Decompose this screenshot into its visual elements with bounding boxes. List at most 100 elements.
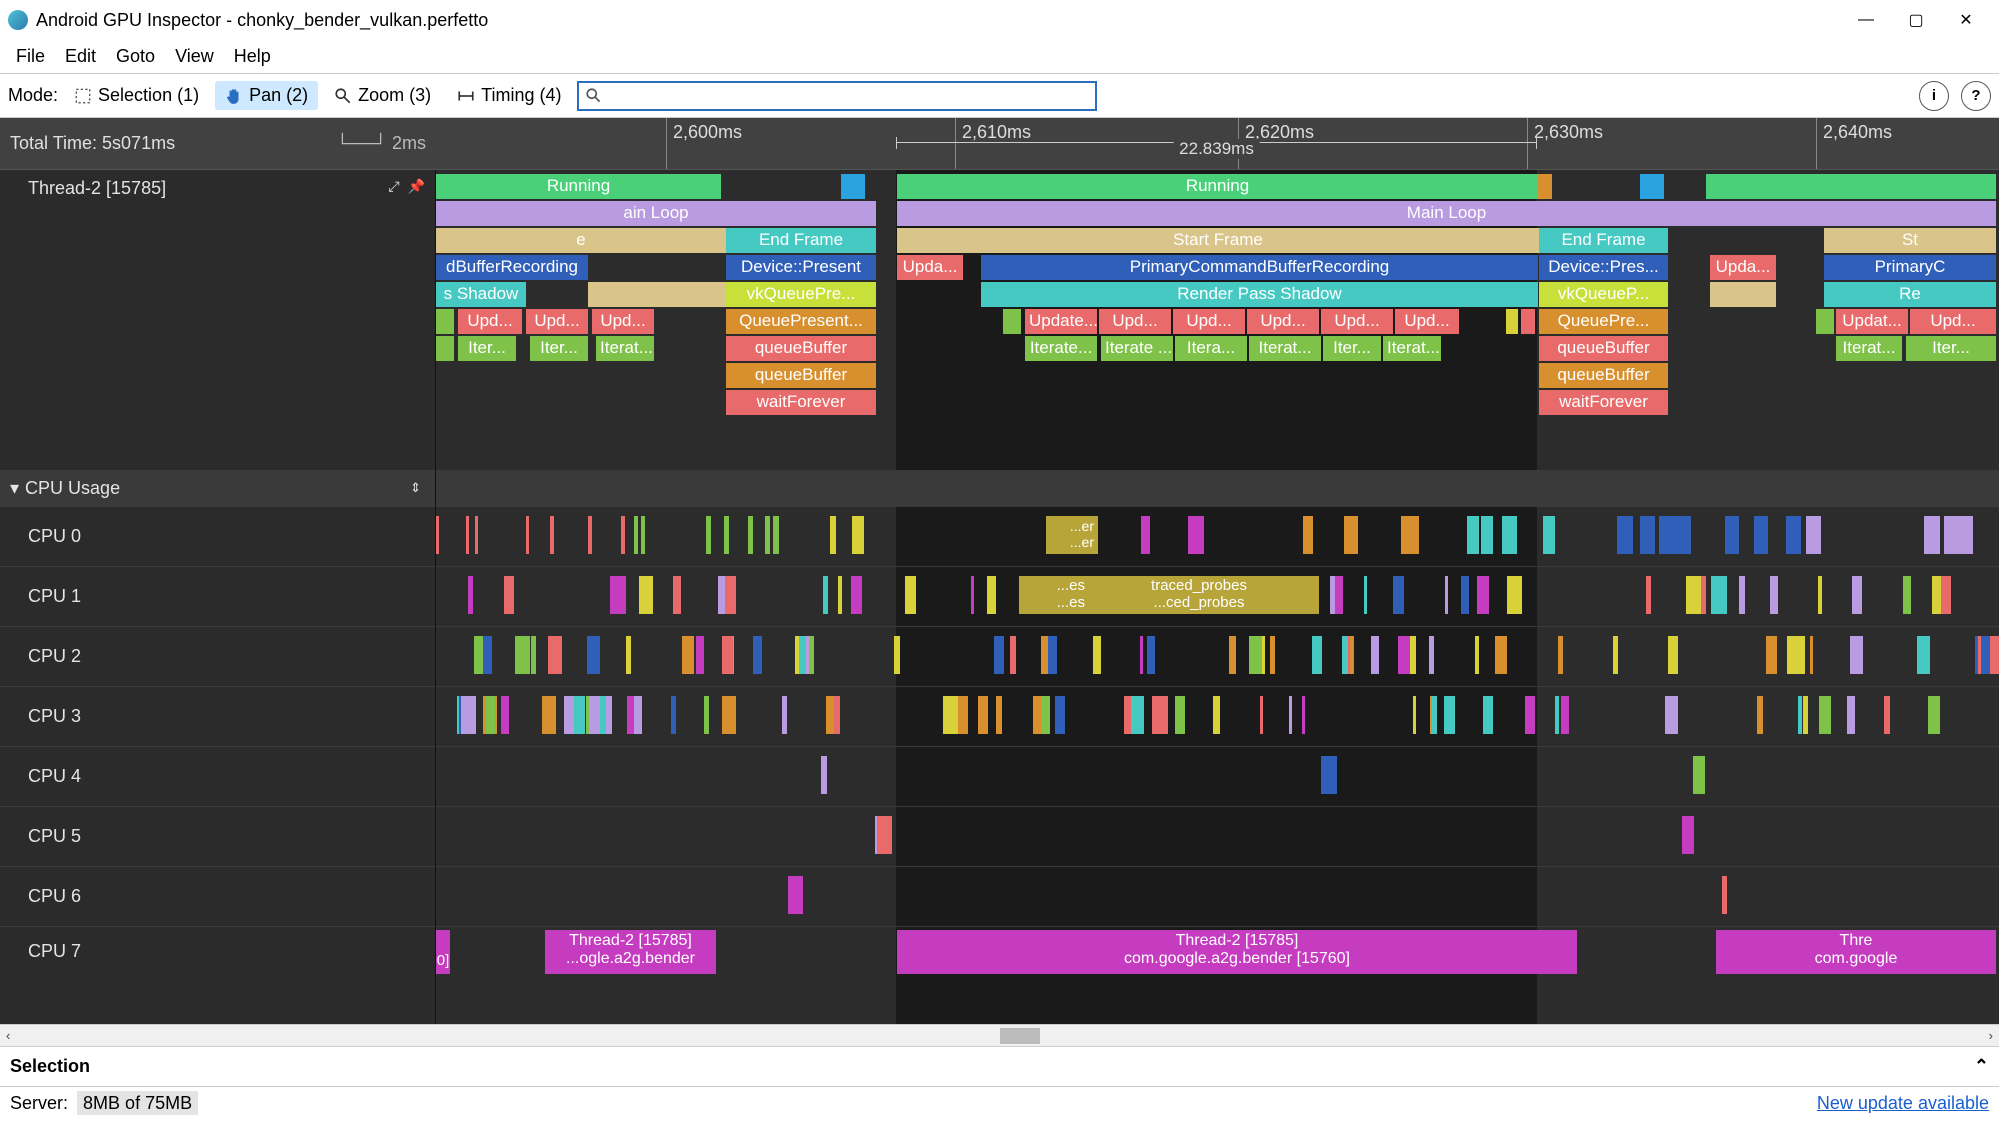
cpu-slice[interactable] — [1398, 636, 1410, 674]
cpu-slice[interactable] — [852, 516, 858, 554]
cpu-slice[interactable] — [830, 516, 836, 554]
cpu-slice[interactable] — [589, 696, 600, 734]
trace-slice[interactable]: Iterat... — [1383, 336, 1441, 361]
trace-slice[interactable]: Iter... — [1323, 336, 1381, 361]
cpu-slice[interactable] — [1525, 696, 1535, 734]
cpu-slice[interactable] — [1461, 576, 1469, 614]
trace-slice[interactable]: Upd... — [1910, 309, 1996, 334]
trace-slice[interactable] — [1003, 309, 1021, 334]
cpu-slice[interactable] — [788, 876, 803, 914]
cpu-slice[interactable] — [1818, 576, 1822, 614]
trace-slice[interactable]: Upd... — [526, 309, 588, 334]
cpu-slice[interactable] — [1725, 516, 1739, 554]
trace-slice[interactable]: vkQueuePre... — [726, 282, 876, 307]
cpu-slice[interactable] — [1093, 636, 1101, 674]
horizontal-scrollbar[interactable]: ‹ › — [0, 1024, 1999, 1046]
menu-edit[interactable]: Edit — [57, 42, 104, 71]
cpu-slice[interactable] — [1270, 636, 1275, 674]
cpu-slice[interactable] — [1141, 516, 1150, 554]
trace-slice[interactable]: Re — [1824, 282, 1996, 307]
trace-slice[interactable]: End Frame — [726, 228, 876, 253]
trace-slice[interactable]: Device::Present — [726, 255, 876, 280]
trace-slice[interactable]: queueBuffer — [1539, 336, 1668, 361]
trace-slice[interactable]: Iterat... — [1836, 336, 1902, 361]
cpu-slice[interactable] — [1477, 576, 1489, 614]
trace-slice[interactable] — [1640, 174, 1664, 199]
trace-slice[interactable]: dBufferRecording — [436, 255, 588, 280]
cpu-slice[interactable] — [673, 576, 681, 614]
cpu-slice[interactable] — [1303, 516, 1313, 554]
trace-slice[interactable] — [1521, 309, 1535, 334]
cpu-slice[interactable] — [1347, 516, 1358, 554]
cpu-slice[interactable] — [548, 636, 562, 674]
cpu-slice[interactable] — [1693, 756, 1705, 794]
cpu-slice[interactable] — [718, 576, 725, 614]
trace-slice[interactable]: PrimaryC — [1824, 255, 1996, 280]
cpu-slice[interactable] — [1330, 576, 1335, 614]
cpu-slice[interactable] — [748, 516, 753, 554]
trace-slice[interactable]: Start Frame — [897, 228, 1539, 253]
trace-slice[interactable]: QueuePre... — [1539, 309, 1668, 334]
cpu-slice[interactable] — [858, 516, 864, 554]
cpu-slice[interactable] — [1711, 576, 1727, 614]
cpu-slice[interactable] — [894, 636, 900, 674]
cpu-slice[interactable] — [704, 696, 709, 734]
cpu-slice[interactable] — [1978, 636, 1981, 674]
cpu-slice[interactable] — [1803, 696, 1808, 734]
trace-slice[interactable]: e — [436, 228, 726, 253]
cpu5-header[interactable]: CPU 5 — [0, 806, 435, 866]
cpu-slice[interactable] — [468, 576, 473, 614]
cpu-slice[interactable] — [1766, 636, 1777, 674]
trace-slice[interactable]: Render Pass Shadow — [981, 282, 1538, 307]
cpu-slice[interactable] — [1852, 576, 1862, 614]
trace-slice[interactable]: Device::Pres... — [1539, 255, 1668, 280]
cpu-slice[interactable] — [1393, 576, 1404, 614]
trace-slice[interactable]: Updat... — [1836, 309, 1908, 334]
cpu-slice[interactable] — [950, 696, 958, 734]
cpu-slice[interactable]: 0] — [436, 930, 450, 974]
expand-icon[interactable]: ⇕ — [410, 480, 421, 496]
cpu-slice[interactable] — [1188, 516, 1197, 554]
cpu-slice[interactable] — [1229, 636, 1236, 674]
cpu-slice[interactable] — [621, 516, 625, 554]
trace-slice[interactable]: Iterat... — [596, 336, 654, 361]
collapse-icon[interactable]: ⤢ — [388, 178, 399, 195]
cpu-slice[interactable] — [1260, 696, 1263, 734]
help-button[interactable]: ? — [1961, 81, 1991, 111]
cpu-slice[interactable] — [1444, 696, 1455, 734]
cpu-slice[interactable] — [1048, 636, 1057, 674]
cpu-slice[interactable] — [1943, 576, 1948, 614]
cpu-slice[interactable] — [806, 636, 809, 674]
trace-slice[interactable]: Upd... — [1321, 309, 1393, 334]
cpu-slice[interactable] — [1558, 636, 1563, 674]
trace-slice[interactable] — [1816, 309, 1834, 334]
cpu-slice[interactable] — [1010, 636, 1016, 674]
cpu-slice[interactable] — [504, 576, 514, 614]
time-ruler[interactable]: Total Time: 5s071ms └──┘ 2ms 2,600ms 2,6… — [0, 118, 1999, 170]
cpu-slice[interactable] — [1043, 696, 1050, 734]
menu-help[interactable]: Help — [226, 42, 279, 71]
trace-slice[interactable]: Upd... — [1099, 309, 1171, 334]
cpu-slice-labeled[interactable]: Thread-2 [15785]com.google.a2g.bender [1… — [897, 930, 1577, 974]
chevron-up-icon[interactable]: ⌃ — [1974, 1056, 1989, 1077]
trace-slice[interactable]: Iter... — [458, 336, 516, 361]
update-link[interactable]: New update available — [1817, 1093, 1989, 1114]
menu-goto[interactable]: Goto — [108, 42, 163, 71]
cpu-slice[interactable] — [1800, 636, 1805, 674]
cpu-slice[interactable] — [1686, 576, 1701, 614]
cpu-slice[interactable] — [1475, 636, 1479, 674]
cpu-slice[interactable] — [1944, 516, 1960, 554]
cpu-slice[interactable] — [542, 696, 556, 734]
cpu-slice[interactable] — [1507, 576, 1522, 614]
cpu-lane[interactable] — [436, 816, 1999, 858]
scroll-thumb[interactable] — [1000, 1028, 1040, 1044]
cpu-slice[interactable] — [1401, 516, 1412, 554]
cpu-slice[interactable] — [546, 696, 549, 734]
cpu-slice[interactable] — [1140, 636, 1143, 674]
trace-slice[interactable]: waitForever — [726, 390, 876, 415]
cpu-slice[interactable] — [1481, 516, 1493, 554]
cpu-slice[interactable] — [823, 576, 828, 614]
trace-slice[interactable]: Iter... — [530, 336, 588, 361]
cpu-slice[interactable] — [682, 636, 694, 674]
trace-slice[interactable]: Main Loop — [897, 201, 1996, 226]
